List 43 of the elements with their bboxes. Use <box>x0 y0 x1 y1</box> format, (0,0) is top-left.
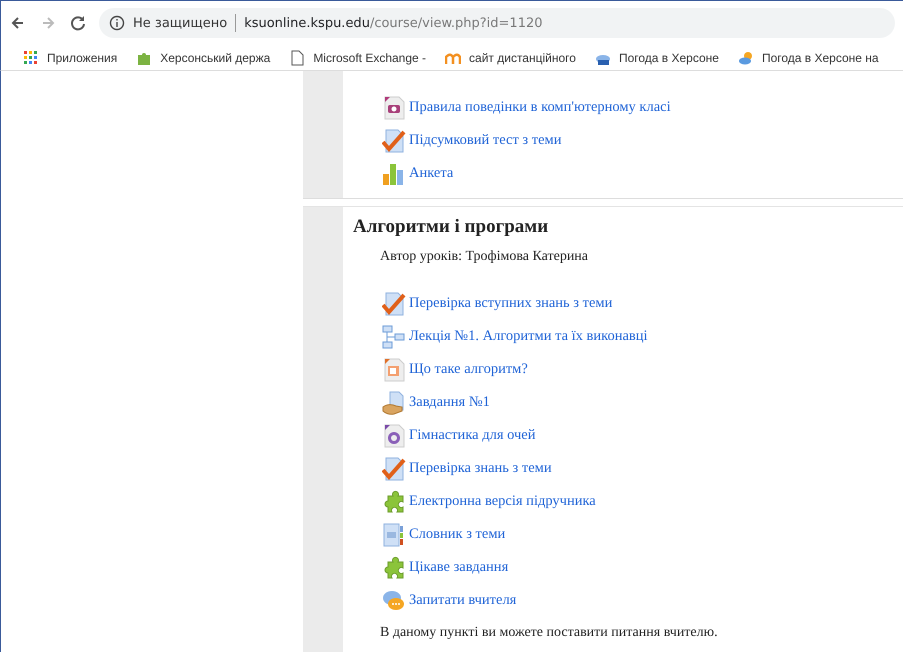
activity-link[interactable]: Правила поведінки в комп'ютерному класі <box>382 91 671 124</box>
activity-link[interactable]: Електронна версія підручника <box>382 485 596 518</box>
activity-link[interactable]: Перевірка вступних знань з теми <box>382 287 612 320</box>
info-icon <box>109 15 125 31</box>
flowchart-icon <box>382 324 406 348</box>
activity-link[interactable]: Лекція №1. Алгоритми та їх виконавці <box>382 320 648 353</box>
activity-link[interactable]: Завдання №1 <box>382 386 490 419</box>
sun-cloud-icon <box>738 50 754 66</box>
video-file-icon <box>382 424 406 448</box>
quiz-checkmark-icon <box>382 292 406 316</box>
hand-with-document-icon <box>382 390 406 414</box>
quiz-checkmark-icon <box>382 456 406 480</box>
bookmark-link[interactable]: Microsoft Exchange - <box>289 50 426 66</box>
reload-icon <box>69 14 87 32</box>
activity-link[interactable]: Цікаве завдання <box>382 551 508 584</box>
activity-link[interactable]: Гімнастика для очей <box>382 419 536 452</box>
activity-link[interactable]: Перевірка знань з теми <box>382 452 552 485</box>
section-summary: Автор уроків: Трофімова Катерина <box>380 248 588 266</box>
section-title: Алгоритми і програми <box>353 215 550 239</box>
activity-link[interactable]: Словник з теми <box>382 518 506 551</box>
bookmark-link[interactable]: сайт дистанційного <box>445 50 576 66</box>
puzzle-piece-icon <box>382 556 406 580</box>
quiz-checkmark-icon <box>382 128 406 152</box>
bookmark-link[interactable]: Погода в Херсоне <box>594 50 719 66</box>
url-text: ksuonline.kspu.edu/course/view.php?id=1120 <box>244 16 543 30</box>
page-icon <box>289 50 306 66</box>
puzzle-piece-icon <box>382 490 406 514</box>
activity-link[interactable]: Підсумковий тест з теми <box>382 124 562 157</box>
speech-bubbles-icon <box>382 588 406 612</box>
section-note: В даному пункті ви можете поставити питання вчителю. <box>380 624 718 642</box>
activity-link[interactable]: Запитати вчителя <box>382 584 516 617</box>
apps-grid-icon <box>23 50 39 66</box>
bookmark-link[interactable]: Херсонський держа <box>136 50 270 66</box>
bookmark-link[interactable]: Приложения <box>23 50 118 66</box>
bar-chart-icon <box>382 162 406 186</box>
activity-link[interactable]: Анкета <box>382 157 454 190</box>
security-label: Не защищено <box>133 16 228 30</box>
presentation-file-icon <box>382 358 406 382</box>
activity-link[interactable]: Що таке алгоритм? <box>382 353 528 386</box>
bookmark-link[interactable]: Погода в Херсоне на <box>738 50 879 66</box>
dictionary-icon <box>382 522 406 546</box>
image-file-icon <box>382 96 406 120</box>
address-bar[interactable]: Не защищено ksuonline.kspu.edu/course/view.php?id=1120 <box>99 8 895 38</box>
